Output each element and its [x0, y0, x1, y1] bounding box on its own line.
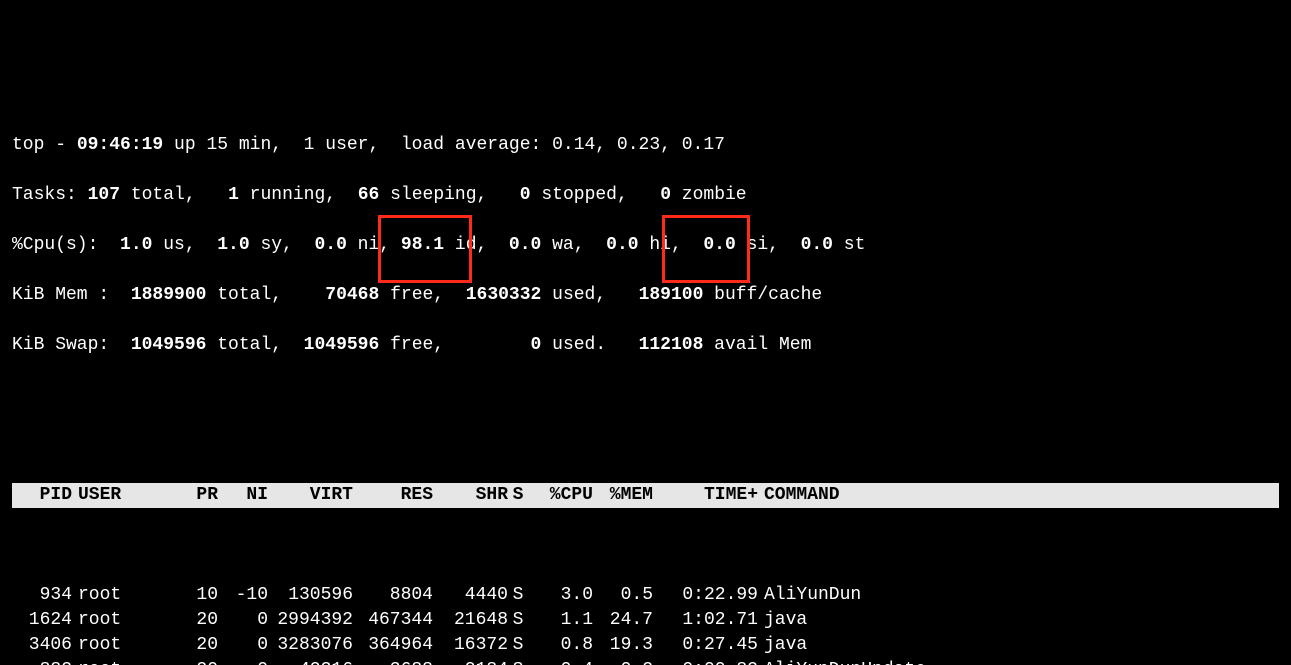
cell-mem: 24.7 [593, 608, 653, 633]
cell-virt: 3283076 [268, 633, 353, 658]
cell-pr: 10 [168, 583, 218, 608]
cell-s: S [508, 633, 528, 658]
cell-cpu: 1.1 [528, 608, 593, 633]
cell-user: root [72, 658, 168, 665]
cell-mem: 0.5 [593, 583, 653, 608]
table-row[interactable]: 934root10-1013059688044440S3.00.50:22.99… [12, 583, 1279, 608]
cell-s: S [508, 658, 528, 665]
col-user[interactable]: USER [72, 483, 168, 508]
col-shr[interactable]: SHR [433, 483, 508, 508]
cell-res: 364964 [353, 633, 433, 658]
cell-cmd: AliYunDunUpdate [758, 658, 926, 665]
cell-mem: 0.2 [593, 658, 653, 665]
cell-shr: 4440 [433, 583, 508, 608]
terminal-top-output: { "summary": { "line1": {"pre":"top - ",… [0, 0, 1291, 665]
cell-time: 1:02.71 [653, 608, 758, 633]
cell-cpu: 3.0 [528, 583, 593, 608]
cell-s: S [508, 583, 528, 608]
cell-ni: -10 [218, 583, 268, 608]
cell-pid: 882 [12, 658, 72, 665]
cell-res: 3688 [353, 658, 433, 665]
cell-cmd: java [758, 608, 807, 633]
cell-user: root [72, 633, 168, 658]
cell-pr: 20 [168, 658, 218, 665]
cell-user: root [72, 608, 168, 633]
cell-cpu: 0.4 [528, 658, 593, 665]
summary-uptime: top - 09:46:19 up 15 min, 1 user, load a… [12, 133, 1279, 158]
process-table-header[interactable]: PIDUSERPRNIVIRTRESSHRS%CPU%MEMTIME+COMMA… [12, 483, 1279, 508]
cell-pr: 20 [168, 633, 218, 658]
col-command[interactable]: COMMAND [758, 483, 840, 508]
cell-cmd: java [758, 633, 807, 658]
summary-swap: KiB Swap: 1049596 total, 1049596 free, 0… [12, 333, 1279, 358]
cell-cmd: AliYunDun [758, 583, 861, 608]
table-row[interactable]: 3406root200328307636496416372S0.819.30:2… [12, 633, 1279, 658]
cell-cpu: 0.8 [528, 633, 593, 658]
cell-shr: 2184 [433, 658, 508, 665]
col-state[interactable]: S [508, 483, 528, 508]
summary-tasks: Tasks: 107 total, 1 running, 66 sleeping… [12, 183, 1279, 208]
cell-ni: 0 [218, 633, 268, 658]
cell-mem: 19.3 [593, 633, 653, 658]
cell-virt: 130596 [268, 583, 353, 608]
col-res[interactable]: RES [353, 483, 433, 508]
table-row[interactable]: 882root2004231636882184S0.40.20:00.82Ali… [12, 658, 1279, 665]
cell-res: 467344 [353, 608, 433, 633]
cell-time: 0:00.82 [653, 658, 758, 665]
process-table-body: 934root10-1013059688044440S3.00.50:22.99… [12, 583, 1279, 665]
cell-s: S [508, 608, 528, 633]
col-virt[interactable]: VIRT [268, 483, 353, 508]
col-time[interactable]: TIME+ [653, 483, 758, 508]
cell-virt: 42316 [268, 658, 353, 665]
summary-cpu: %Cpu(s): 1.0 us, 1.0 sy, 0.0 ni, 98.1 id… [12, 233, 1279, 258]
cell-shr: 21648 [433, 608, 508, 633]
col-cpu[interactable]: %CPU [528, 483, 593, 508]
col-ni[interactable]: NI [218, 483, 268, 508]
cell-time: 0:27.45 [653, 633, 758, 658]
summary-mem: KiB Mem : 1889900 total, 70468 free, 163… [12, 283, 1279, 308]
cell-pid: 3406 [12, 633, 72, 658]
cell-pid: 1624 [12, 608, 72, 633]
cell-ni: 0 [218, 658, 268, 665]
col-mem[interactable]: %MEM [593, 483, 653, 508]
col-pid[interactable]: PID [12, 483, 72, 508]
table-row[interactable]: 1624root200299439246734421648S1.124.71:0… [12, 608, 1279, 633]
cell-ni: 0 [218, 608, 268, 633]
cell-pr: 20 [168, 608, 218, 633]
cell-pid: 934 [12, 583, 72, 608]
cell-user: root [72, 583, 168, 608]
cell-res: 8804 [353, 583, 433, 608]
col-pr[interactable]: PR [168, 483, 218, 508]
cell-time: 0:22.99 [653, 583, 758, 608]
cell-shr: 16372 [433, 633, 508, 658]
cell-virt: 2994392 [268, 608, 353, 633]
